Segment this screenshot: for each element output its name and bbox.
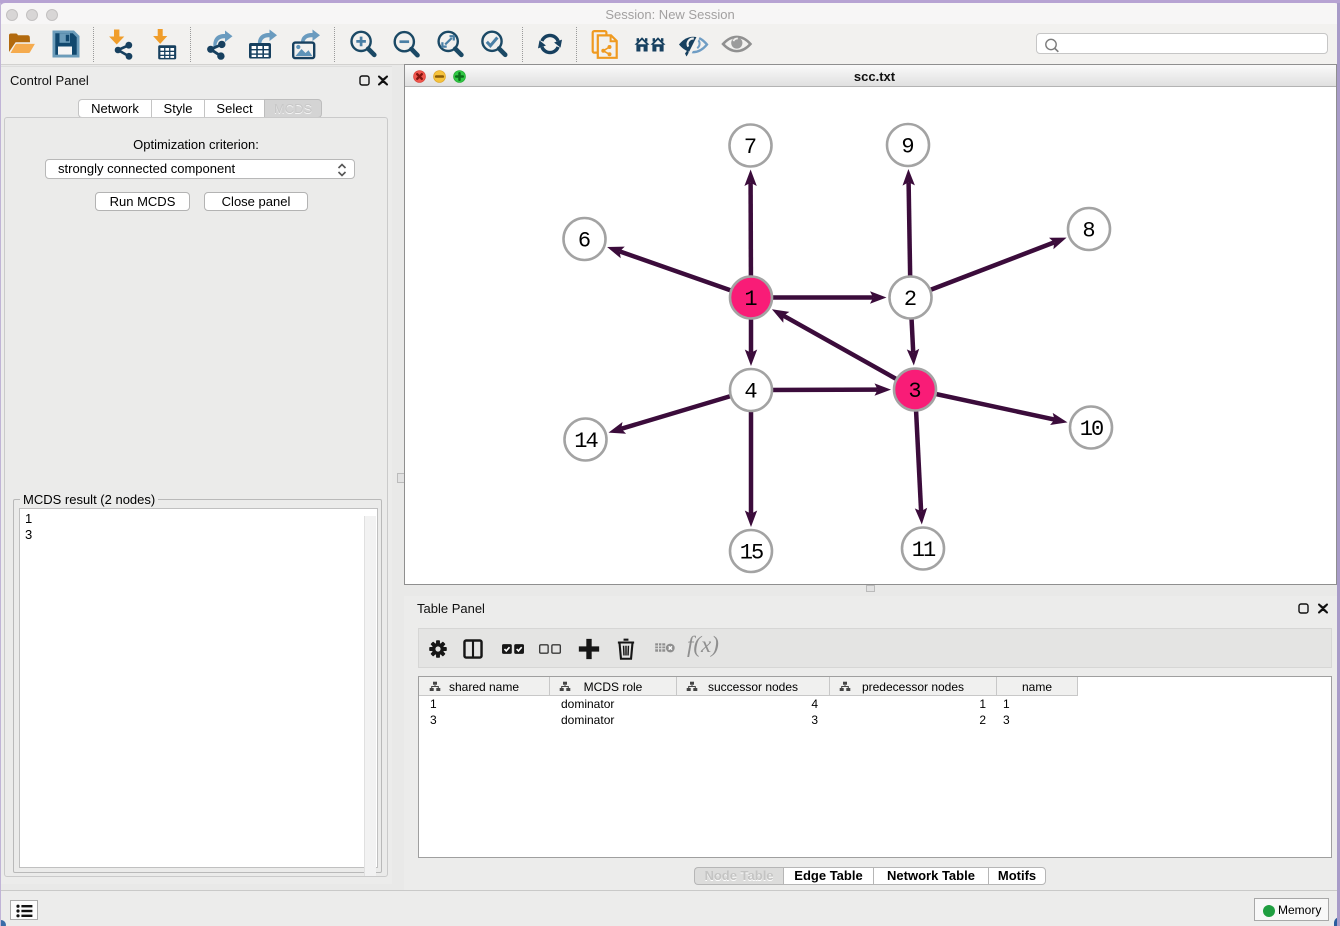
svg-text:8: 8	[1082, 219, 1095, 244]
svg-text:9: 9	[901, 135, 914, 160]
svg-text:7: 7	[744, 135, 757, 160]
svg-text:2: 2	[904, 287, 917, 312]
svg-text:14: 14	[574, 429, 598, 454]
svg-text:11: 11	[912, 538, 936, 563]
svg-text:3: 3	[908, 379, 921, 404]
svg-text:10: 10	[1080, 417, 1103, 442]
svg-text:6: 6	[578, 229, 591, 254]
svg-text:1: 1	[744, 287, 757, 312]
svg-text:4: 4	[744, 380, 757, 405]
svg-text:15: 15	[740, 541, 763, 566]
